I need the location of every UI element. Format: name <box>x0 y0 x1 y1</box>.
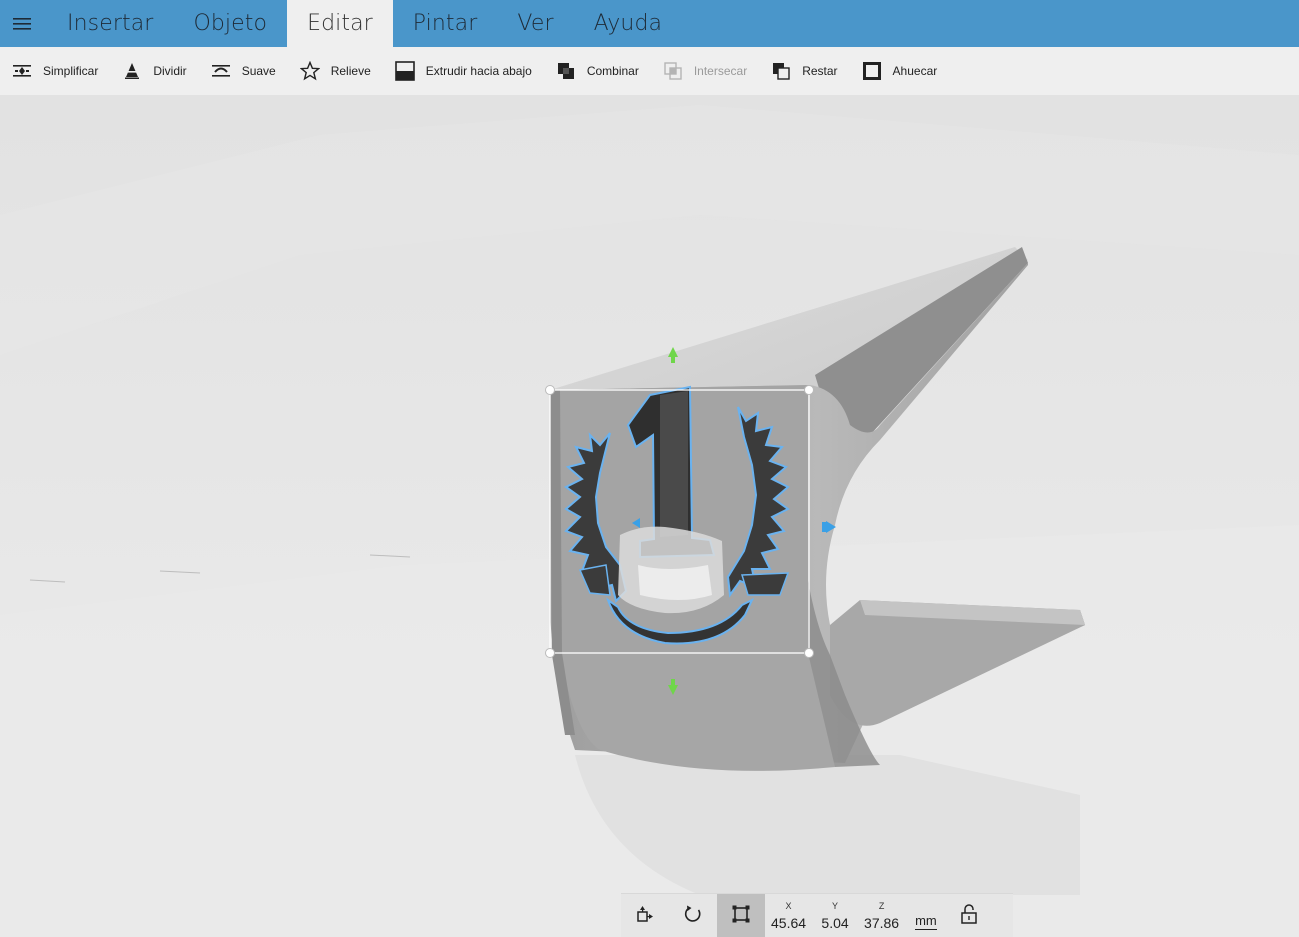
tab-pintar[interactable]: Pintar <box>393 0 498 47</box>
scale-icon <box>731 904 751 928</box>
scale-handle-bottom-left[interactable] <box>545 648 555 658</box>
scale-handle-bottom-right[interactable] <box>804 648 814 658</box>
intersect-icon <box>661 59 685 83</box>
tab-ver[interactable]: Ver <box>497 0 573 47</box>
lock-icon <box>960 903 978 928</box>
combine-icon <box>554 59 578 83</box>
rotate-icon <box>683 904 703 928</box>
tab-objeto[interactable]: Objeto <box>173 0 287 47</box>
star-icon <box>298 59 322 83</box>
menu-tabs: Insertar Objeto Editar Pintar Ver Ayuda <box>47 0 682 47</box>
extrude-down-label: Extrudir hacia abajo <box>425 64 532 78</box>
scene-canvas <box>0 95 1299 937</box>
smooth-label: Suave <box>241 64 276 78</box>
scale-button[interactable] <box>717 894 765 937</box>
simplify-label: Simplificar <box>43 64 99 78</box>
coord-x-label: X <box>785 900 792 911</box>
coord-x-value[interactable]: 45.64 <box>771 915 806 931</box>
extrude-down-icon <box>393 59 417 83</box>
split-icon <box>120 59 144 83</box>
intersect-label: Intersecar <box>693 64 748 78</box>
transform-bar: X 45.64 Y 5.04 Z 37.86 mm <box>621 893 1013 937</box>
simplify-button[interactable]: Simplificar <box>10 47 98 95</box>
menu-bar: Insertar Objeto Editar Pintar Ver Ayuda <box>0 0 1299 47</box>
hollow-label: Ahuecar <box>892 64 938 78</box>
smooth-button[interactable]: Suave <box>209 47 276 95</box>
edit-toolbar: Simplificar Dividir Suave Relieve Extrud… <box>0 47 1299 95</box>
hollow-icon <box>860 59 884 83</box>
subtract-icon <box>769 59 793 83</box>
coord-z-label: Z <box>878 900 885 911</box>
coord-x[interactable]: X 45.64 <box>765 894 812 937</box>
subtract-label: Restar <box>802 64 838 78</box>
rotate-button[interactable] <box>669 894 717 937</box>
coord-y-value[interactable]: 5.04 <box>821 915 848 931</box>
tab-ayuda[interactable]: Ayuda <box>574 0 682 47</box>
coord-z-value[interactable]: 37.86 <box>864 915 899 931</box>
coord-y[interactable]: Y 5.04 <box>812 894 858 937</box>
scale-handle-top-left[interactable] <box>545 385 555 395</box>
tab-editar[interactable]: Editar <box>287 0 393 47</box>
split-button[interactable]: Dividir <box>120 47 187 95</box>
hamburger-icon[interactable] <box>0 0 44 47</box>
emboss-label: Relieve <box>330 64 371 78</box>
split-label: Dividir <box>153 64 187 78</box>
combine-label: Combinar <box>586 64 639 78</box>
subtract-button[interactable]: Restar <box>769 47 838 95</box>
tab-insertar[interactable]: Insertar <box>47 0 173 47</box>
coord-y-label: Y <box>832 900 839 911</box>
hollow-button[interactable]: Ahuecar <box>860 47 938 95</box>
scale-handle-top-right[interactable] <box>804 385 814 395</box>
intersect-button[interactable]: Intersecar <box>661 47 747 95</box>
simplify-icon <box>10 59 34 83</box>
combine-button[interactable]: Combinar <box>554 47 639 95</box>
unit-label: mm <box>915 913 937 930</box>
unit-selector[interactable]: mm <box>905 894 945 937</box>
move-button[interactable] <box>621 894 669 937</box>
3d-viewport[interactable] <box>0 95 1299 937</box>
lock-button[interactable] <box>945 894 993 937</box>
extrude-down-button[interactable]: Extrudir hacia abajo <box>393 47 532 95</box>
smooth-icon <box>209 59 233 83</box>
emboss-button[interactable]: Relieve <box>298 47 371 95</box>
coord-z[interactable]: Z 37.86 <box>858 894 905 937</box>
move-icon <box>635 904 655 928</box>
